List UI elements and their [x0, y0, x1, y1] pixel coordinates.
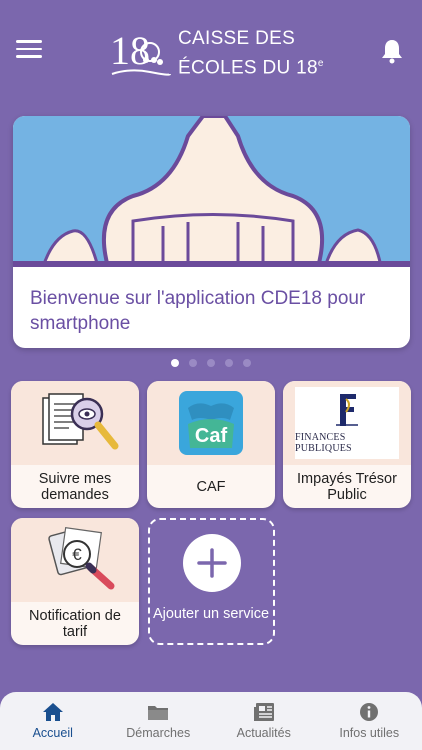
brand-sup: e — [317, 58, 324, 69]
carousel-dot-4[interactable] — [225, 359, 233, 367]
brand-line-2-text: ÉCOLES DU 18 — [178, 57, 318, 79]
tab-accueil[interactable]: Accueil — [0, 692, 106, 750]
carousel-caption: Bienvenue sur l'application CDE18 pour s… — [30, 288, 366, 334]
add-service-button[interactable]: Ajouter un service — [148, 518, 275, 645]
cde18-logo: 18 — [110, 28, 171, 76]
svg-text:18: 18 — [110, 28, 150, 73]
plus-icon — [183, 534, 241, 592]
carousel-dot-2[interactable] — [189, 359, 197, 367]
tab-label: Accueil — [32, 726, 73, 740]
carousel-dot-1[interactable] — [171, 359, 179, 367]
bottom-tab-bar: Accueil Démarches Actualités Infos utile… — [0, 692, 422, 750]
hamburger-icon[interactable] — [16, 40, 42, 62]
brand-line-1: CAISSE DES — [178, 28, 296, 49]
tab-label: Démarches — [126, 726, 191, 740]
brand-line-2: ÉCOLES DU 18e — [178, 51, 324, 80]
app-header: 18 CAISSE DES ÉCOLES DU 18e — [0, 0, 422, 100]
tab-label: Infos utiles — [339, 726, 400, 740]
service-tile-label: Impayés Trésor Public — [297, 470, 397, 503]
caf-logo-icon: Caf — [179, 391, 243, 455]
brand-title: CAISSE DES ÉCOLES DU 18e — [178, 26, 324, 80]
service-tile-image: FINANCES PUBLIQUES — [283, 381, 411, 465]
service-tile-image: Caf — [147, 381, 275, 465]
info-icon — [360, 703, 379, 721]
service-tile-label: Notification de tarif — [29, 607, 121, 640]
folder-icon — [148, 706, 169, 720]
welcome-carousel[interactable]: Bienvenue sur l'application CDE18 pour s… — [13, 116, 410, 348]
caf-logo-text: Caf — [195, 425, 228, 447]
add-service-label: Ajouter un service — [152, 606, 270, 622]
tab-label: Actualités — [236, 726, 291, 740]
home-icon — [42, 703, 63, 721]
service-tile-suivre-demandes[interactable]: Suivre mes demandes — [11, 381, 139, 508]
service-tile-image — [11, 381, 139, 465]
calculator-euro-icon: € — [48, 526, 115, 590]
bell-icon[interactable] — [380, 38, 404, 64]
tab-actualites[interactable]: Actualités — [211, 692, 317, 750]
service-tile-notification-tarif[interactable]: € Notification de tarif — [11, 518, 139, 645]
tab-demarches[interactable]: Démarches — [106, 692, 212, 750]
documents-magnifier-icon — [42, 393, 119, 450]
carousel-dot-5[interactable] — [243, 359, 251, 367]
carousel-pagination — [0, 359, 422, 367]
sacre-coeur-illustration — [13, 116, 410, 267]
service-tile-tresor-public[interactable]: FINANCES PUBLIQUES Impayés Trésor Public — [283, 381, 411, 508]
service-tile-image: € — [11, 518, 139, 602]
carousel-dot-3[interactable] — [207, 359, 215, 367]
service-tile-label: Suivre mes demandes — [38, 470, 112, 503]
finances-publiques-text: FINANCES PUBLIQUES — [295, 432, 352, 454]
service-tile-caf[interactable]: Caf CAF — [147, 381, 275, 508]
service-tile-label: CAF — [196, 478, 226, 495]
newspaper-icon — [253, 703, 274, 721]
svg-text:€: € — [72, 545, 82, 564]
finances-publiques-logo: FINANCES PUBLIQUES — [295, 387, 399, 459]
tab-infos-utiles[interactable]: Infos utiles — [317, 692, 422, 750]
finances-publiques-f-icon — [336, 394, 358, 426]
